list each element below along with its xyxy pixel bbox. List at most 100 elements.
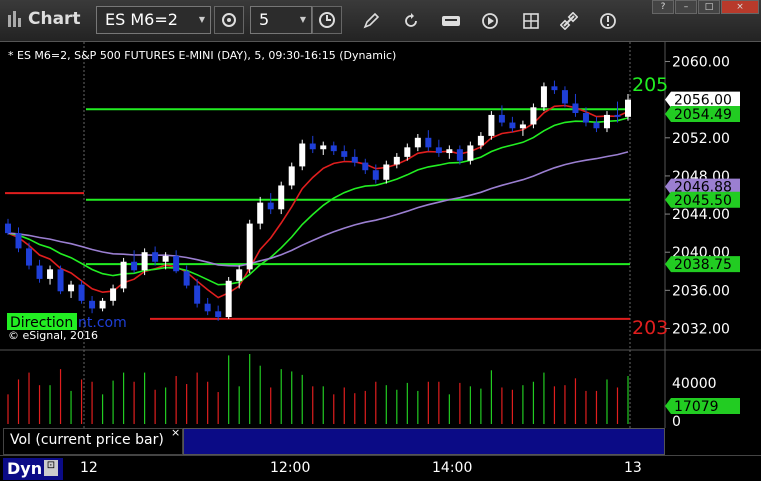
candle-body [477, 135, 484, 146]
minimize-button[interactable]: – [675, 0, 697, 14]
candle-body [614, 114, 621, 117]
chevron-down-icon[interactable]: ▼ [300, 15, 306, 24]
price-tag-label: 2054.49 [674, 107, 732, 123]
volume-tick-0: 0 [672, 414, 681, 430]
candle-body [498, 114, 505, 123]
study-label-text: Vol (current price bar) [10, 432, 164, 448]
candle-body [162, 256, 169, 262]
refresh-icon[interactable] [400, 10, 422, 32]
candle-body [215, 311, 222, 318]
symbol-link-button[interactable] [214, 6, 244, 34]
candle-body [278, 185, 285, 210]
clock-icon [319, 12, 335, 28]
candle-body [110, 288, 117, 301]
price-tick-label: 2044.00 [672, 207, 730, 223]
candle-body [204, 303, 211, 312]
candle-body [582, 113, 589, 123]
window-title: Chart [28, 9, 81, 29]
candle-body [551, 86, 558, 91]
price-tick-label: 2032.00 [672, 321, 730, 337]
candle-body [488, 114, 495, 136]
candle-body [5, 223, 11, 234]
link-icon[interactable] [558, 10, 580, 32]
maximize-button[interactable]: □ [698, 0, 720, 14]
candle-body [152, 252, 159, 262]
candle-body [625, 99, 631, 117]
candle-body [309, 143, 316, 150]
candle-body [540, 86, 547, 108]
study-close-button[interactable]: × [171, 426, 180, 439]
time-label: 13 [624, 460, 642, 476]
candle-body [194, 285, 201, 304]
time-axis: Dyn ⊡ 12 12:00 14:00 13 [0, 455, 761, 481]
gear-icon [222, 13, 236, 27]
dynamic-lock-icon[interactable]: ⊡ [44, 460, 58, 476]
candle-body [236, 269, 243, 281]
pencil-icon[interactable] [360, 10, 382, 32]
symbol-value: ES M6=2 [105, 10, 178, 29]
candle-body [593, 122, 600, 129]
study-label[interactable]: Vol (current price bar) [3, 428, 183, 455]
interval-clock-button[interactable] [312, 6, 342, 34]
candle-body [414, 137, 421, 148]
candle-body [404, 147, 411, 157]
study-bar [183, 428, 665, 455]
candle-body [257, 202, 264, 224]
candle-body [383, 164, 390, 180]
candle-body [393, 156, 400, 165]
time-label: 12 [80, 460, 98, 476]
candle-body [141, 252, 148, 271]
volume-tag: 17079 [674, 399, 719, 415]
candle-body [36, 265, 43, 279]
chevron-down-icon[interactable]: ▼ [199, 15, 205, 24]
candle-body [57, 269, 64, 292]
time-label: 14:00 [432, 460, 473, 476]
help-button[interactable]: ? [652, 0, 674, 14]
candle-body [15, 233, 22, 249]
chart-canvas[interactable]: * ES M6=2, S&P 500 FUTURES E-MINI (DAY),… [0, 42, 761, 455]
candle-body [603, 114, 610, 129]
price-tag-label: 2038.75 [674, 257, 732, 273]
grid-icon[interactable] [520, 10, 542, 32]
candle-body [446, 149, 453, 154]
chart-window: Chart ES M6=2 ▼ 5 ▼ ? – □ × * ES M6=2, S… [0, 0, 761, 481]
chart-app-icon [8, 11, 21, 27]
interval-value: 5 [259, 10, 270, 29]
candle-body [425, 137, 432, 148]
candle-body [561, 90, 568, 104]
candle-body [99, 300, 106, 309]
interval-input[interactable]: 5 ▼ [250, 6, 312, 34]
level-label-bottom: 203 [632, 317, 668, 339]
close-button[interactable]: × [721, 0, 759, 14]
volume-tick-40000: 40000 [672, 376, 717, 392]
candle-body [47, 269, 54, 279]
price-tick-label: 2060.00 [672, 55, 730, 71]
toolbar: Chart ES M6=2 ▼ 5 ▼ ? – □ × [0, 0, 761, 42]
keyboard-icon[interactable] [440, 10, 462, 32]
candle-body [246, 223, 253, 270]
time-label: 12:00 [270, 460, 311, 476]
candle-body [225, 280, 232, 318]
candle-body [572, 103, 579, 114]
level-label-top: 205 [632, 74, 668, 96]
candle-body [519, 124, 526, 129]
candle-body [456, 149, 463, 161]
play-icon[interactable] [479, 10, 501, 32]
candle-body [435, 147, 442, 154]
candle-body [341, 151, 348, 157]
alert-icon[interactable] [597, 10, 619, 32]
candle-body [78, 284, 85, 301]
price-tag-label: 2045.50 [674, 193, 732, 209]
dynamic-tag-text: Dyn [7, 459, 43, 478]
symbol-input[interactable]: ES M6=2 ▼ [96, 6, 211, 34]
candle-body [530, 107, 537, 125]
candle-body [351, 156, 358, 163]
price-tick-label: 2036.00 [672, 283, 730, 299]
candle-body [89, 300, 96, 309]
watermark-text: Direction [10, 315, 73, 331]
chart-legend: * ES M6=2, S&P 500 FUTURES E-MINI (DAY),… [8, 49, 396, 62]
candle-body [467, 145, 474, 161]
watermark-suffix: nt.com [78, 315, 127, 331]
candle-body [183, 271, 190, 286]
candle-body [509, 122, 516, 129]
